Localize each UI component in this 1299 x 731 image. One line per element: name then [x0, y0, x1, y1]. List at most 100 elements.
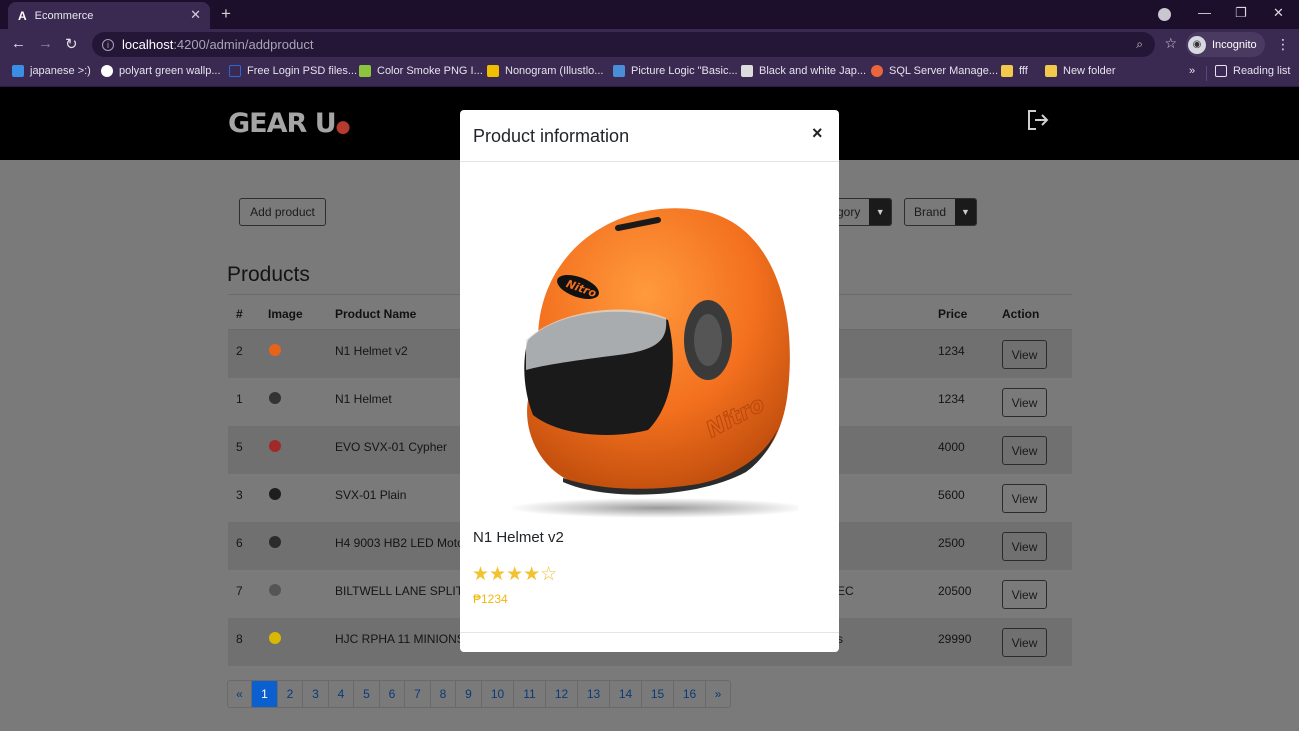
product-info-modal: Product information × Nitro Nitro N1 Hel… [460, 110, 839, 652]
row-price: 5600 [938, 488, 965, 502]
bookmark-site-icon [359, 65, 371, 77]
row-id: 8 [236, 632, 243, 646]
modal-footer-divider [460, 632, 839, 633]
gear-up-logo[interactable]: GEAR U● [228, 108, 350, 139]
site-info-icon[interactable]: i [102, 38, 114, 51]
tab-close-icon[interactable]: ✕ [190, 7, 201, 23]
col-number: # [236, 307, 243, 321]
page-link[interactable]: » [706, 681, 730, 707]
modal-close-button[interactable]: × [812, 123, 823, 144]
page-link[interactable]: 15 [642, 681, 674, 707]
page-link[interactable]: 9 [456, 681, 482, 707]
view-button[interactable]: View [1002, 436, 1047, 465]
bookmark-item[interactable]: SQL Server Manage... [871, 65, 998, 77]
brand-dropdown[interactable]: Brand ▼ [904, 198, 977, 226]
view-button[interactable]: View [1002, 484, 1047, 513]
page-link[interactable]: 5 [354, 681, 380, 707]
page-link[interactable]: « [228, 681, 252, 707]
row-id: 3 [236, 488, 243, 502]
bookmark-item[interactable]: Black and white Jap... [741, 65, 866, 77]
row-id: 7 [236, 584, 243, 598]
view-button[interactable]: View [1002, 388, 1047, 417]
row-price: 1234 [938, 344, 965, 358]
page-link[interactable]: 4 [329, 681, 354, 707]
page-viewport: GEAR U● Add product gory ▼ Brand ▼ Produ… [0, 87, 1299, 731]
restore-icon[interactable]: ❐ [1235, 5, 1247, 21]
window-close-icon[interactable]: ✕ [1273, 5, 1284, 21]
bookmarks-divider [1206, 66, 1207, 81]
page-link[interactable]: 11 [514, 681, 546, 707]
browser-tab-strip: A Ecommerce ✕ + — ❐ ✕ [0, 0, 1299, 29]
page-link[interactable]: 14 [610, 681, 642, 707]
angular-favicon-icon: A [18, 8, 27, 23]
modal-title: Product information [473, 126, 630, 146]
reload-icon[interactable]: ↻ [65, 35, 78, 53]
logout-icon[interactable] [1026, 109, 1050, 131]
page-link[interactable]: 6 [380, 681, 405, 707]
caret-down-icon: ▼ [955, 199, 976, 225]
new-tab-icon[interactable]: + [221, 4, 231, 24]
row-product-name: BILTWELL LANE SPLITTE [335, 584, 479, 598]
incognito-badge[interactable]: ◉ Incognito [1186, 32, 1265, 57]
minimize-icon[interactable]: — [1198, 5, 1211, 20]
bookmark-star-icon[interactable]: ☆ [1164, 35, 1177, 52]
page-link[interactable]: 10 [482, 681, 514, 707]
view-button[interactable]: View [1002, 628, 1047, 657]
row-product-name: N1 Helmet [335, 392, 392, 406]
page-link[interactable]: 13 [578, 681, 610, 707]
row-id: 2 [236, 344, 243, 358]
view-button[interactable]: View [1002, 532, 1047, 561]
page-link[interactable]: 12 [546, 681, 578, 707]
row-id: 6 [236, 536, 243, 550]
tab-search-icon[interactable] [1158, 8, 1171, 21]
brand-dropdown-label: Brand [914, 205, 947, 219]
page-link[interactable]: 8 [431, 681, 456, 707]
row-price: 29990 [938, 632, 972, 646]
view-button[interactable]: View [1002, 580, 1047, 609]
modal-product-name: N1 Helmet v2 [473, 529, 564, 546]
bookmark-site-icon [741, 65, 753, 77]
bookmark-site-icon [229, 65, 241, 77]
col-price: Price [938, 307, 968, 321]
row-extra: EC [837, 584, 854, 598]
forward-icon[interactable]: → [38, 35, 53, 52]
bookmark-site-icon [487, 65, 499, 77]
product-thumbnail [269, 440, 281, 452]
more-bookmarks-icon[interactable]: » [1189, 65, 1195, 77]
bookmark-item[interactable]: Picture Logic "Basic... [613, 65, 738, 77]
bookmark-item[interactable]: fff [1001, 65, 1028, 77]
row-product-name: SVX-01 Plain [335, 488, 407, 502]
google-icon [101, 65, 113, 77]
address-bar[interactable]: i localhost:4200/admin/addproduct ⌕ ☆ [92, 32, 1177, 57]
product-thumbnail [269, 632, 281, 644]
product-thumbnail [269, 392, 281, 404]
col-action: Action [1002, 307, 1040, 321]
page-link[interactable]: 1 [252, 681, 278, 707]
page-link[interactable]: 7 [405, 681, 431, 707]
back-icon[interactable]: ← [11, 35, 26, 52]
bookmark-item[interactable]: Color Smoke PNG I... [359, 65, 483, 77]
bookmark-item[interactable]: New folder [1045, 65, 1116, 77]
browser-tab[interactable]: A Ecommerce ✕ [8, 2, 210, 29]
page-link[interactable]: 16 [674, 681, 706, 707]
bookmarks-bar: japanese >:) polyart green wallp... Free… [0, 60, 1299, 87]
page-link[interactable]: 3 [303, 681, 329, 707]
url-host: localhost [122, 37, 174, 52]
row-price: 20500 [938, 584, 972, 598]
page-link[interactable]: 2 [278, 681, 303, 707]
tab-title: Ecommerce [34, 9, 94, 22]
view-button[interactable]: View [1002, 340, 1047, 369]
bookmark-item[interactable]: Nonogram (Illustlo... [487, 65, 603, 77]
bookmark-item[interactable]: polyart green wallp... [101, 65, 221, 77]
product-thumbnail [269, 584, 281, 596]
add-product-button[interactable]: Add product [239, 198, 326, 226]
bookmark-item[interactable]: japanese >:) [12, 65, 91, 77]
zoom-icon[interactable]: ⌕ [1136, 37, 1143, 52]
caret-down-icon: ▼ [869, 199, 891, 225]
browser-menu-icon[interactable]: ⋮ [1276, 36, 1290, 53]
row-price: 1234 [938, 392, 965, 406]
bookmark-item[interactable]: Free Login PSD files... [229, 65, 357, 77]
reading-list-button[interactable]: Reading list [1215, 65, 1290, 77]
folder-icon [1045, 65, 1057, 77]
row-product-name: H4 9003 HB2 LED Moto [335, 536, 464, 550]
